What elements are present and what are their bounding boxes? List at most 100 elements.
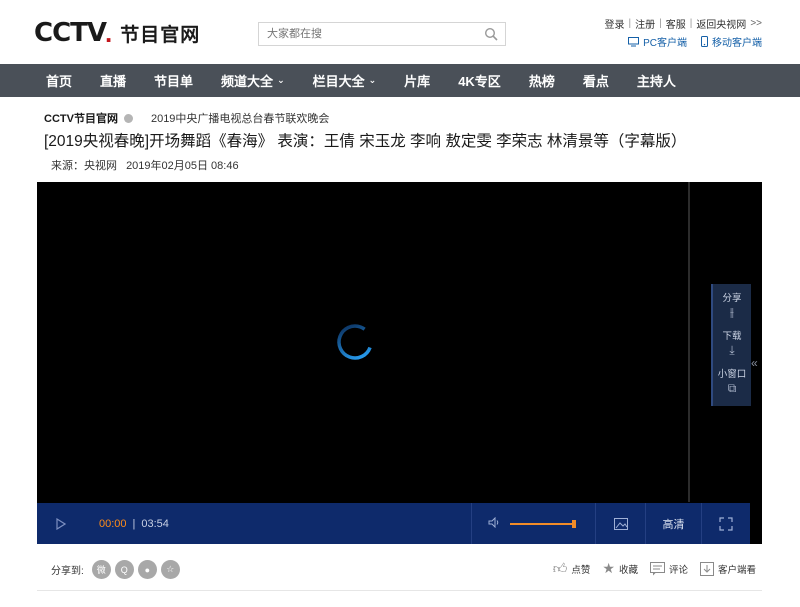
- logo-dot: .: [105, 17, 113, 48]
- nav-item-library[interactable]: 片库: [390, 64, 444, 97]
- nav-item-highlights[interactable]: 看点: [569, 64, 623, 97]
- comment-button[interactable]: 评论: [649, 561, 688, 576]
- collect-label: 收藏: [618, 564, 638, 576]
- nav-label: 频道大全: [221, 74, 274, 89]
- volume-slider[interactable]: [510, 519, 576, 528]
- client-links: PC客户端 移动客户端: [628, 34, 762, 49]
- nav-item-channels[interactable]: 频道大全 ⌄: [207, 64, 299, 97]
- client-download-icon: [699, 561, 714, 576]
- monitor-icon: [628, 36, 640, 46]
- player-controls: 00:00 | 03:54 高清: [37, 503, 750, 544]
- pc-client-link[interactable]: PC客户端: [628, 34, 687, 49]
- duration: 03:54: [141, 517, 169, 530]
- video-player[interactable]: 分享 ⫲ 下载 ⤓ 小窗口 ⧉ « 00:00 | 03:54 高清: [37, 182, 762, 544]
- phone-icon: [701, 36, 708, 47]
- nav-label: 栏目大全: [312, 74, 365, 89]
- nav-item-live[interactable]: 直播: [86, 64, 140, 97]
- register-link[interactable]: 注册: [635, 16, 655, 31]
- comment-label: 评论: [668, 564, 688, 576]
- thumbs-up-icon: 👍︎: [552, 560, 568, 576]
- nav-item-hot[interactable]: 热榜: [515, 64, 569, 97]
- screenshot-button[interactable]: [595, 503, 645, 544]
- nav-label: 节目单: [154, 74, 194, 89]
- current-time: 00:00: [99, 517, 127, 530]
- fullscreen-button[interactable]: [701, 503, 750, 544]
- breadcrumb: CCTV节目官网 2019中央广播电视总台春节联欢晚会: [44, 110, 329, 126]
- top-links: 登录 | 注册 | 客服 | 返回央视网 >>: [604, 16, 762, 31]
- client-label: 客户端看: [717, 564, 756, 576]
- volume-icon[interactable]: [488, 516, 500, 531]
- share-icon: ⫲: [730, 305, 734, 319]
- nav-item-hosts[interactable]: 主持人: [623, 64, 690, 97]
- quality-button[interactable]: 高清: [645, 503, 701, 544]
- breadcrumb-site[interactable]: CCTV节目官网: [44, 110, 118, 126]
- video-date: 2019年02月05日 08:46: [126, 160, 239, 172]
- star-icon: ★: [602, 560, 615, 576]
- login-link[interactable]: 登录: [604, 16, 624, 31]
- nav-item-home[interactable]: 首页: [32, 64, 86, 97]
- pc-client-label: PC客户端: [643, 38, 687, 49]
- share-targets: 微 Q ● ☆: [91, 560, 180, 579]
- mini-window-button[interactable]: 小窗口 ⧉: [718, 366, 747, 396]
- divider: [37, 590, 762, 591]
- weibo-icon[interactable]: 微: [91, 560, 111, 579]
- favorite-star-icon[interactable]: ☆: [160, 560, 180, 579]
- video-actions: 👍︎ 点赞 ★ 收藏 评论 客户端看: [553, 560, 756, 577]
- more-chevrons-icon: >>: [750, 18, 762, 29]
- player-divider: [688, 182, 690, 502]
- player-edge: [750, 503, 762, 544]
- like-button[interactable]: 👍︎ 点赞: [553, 560, 591, 577]
- nav-label: 首页: [46, 74, 73, 89]
- nav-label: 直播: [100, 74, 127, 89]
- video-meta: 来源：央视网 2019年02月05日 08:46: [51, 157, 245, 173]
- picture-icon: [613, 517, 628, 530]
- qq-icon[interactable]: Q: [114, 560, 134, 579]
- main-nav: 首页 直播 节目单 频道大全 ⌄ 栏目大全 ⌄ 片库 4K专区 热榜 看点 主持人: [0, 64, 800, 97]
- back-to-cctv-link[interactable]: 返回央视网: [696, 16, 746, 31]
- like-label: 点赞: [571, 564, 591, 576]
- service-link[interactable]: 客服: [666, 16, 686, 31]
- breadcrumb-separator-icon: [123, 113, 133, 123]
- search-box: [258, 22, 506, 46]
- nav-item-schedule[interactable]: 节目单: [140, 64, 207, 97]
- share-label: 分享: [722, 293, 742, 304]
- video-title: [2019央视春晚]开场舞蹈《春海》 表演：王倩 宋玉龙 李响 敖定雯 李荣志 …: [44, 133, 687, 150]
- breadcrumb-column[interactable]: 2019中央广播电视总台春节联欢晚会: [151, 110, 329, 126]
- volume-slider-handle[interactable]: [572, 519, 576, 528]
- volume-control: [471, 503, 595, 544]
- play-icon: [56, 517, 66, 530]
- cctv-logo[interactable]: CCTV . 节目官网: [34, 17, 200, 49]
- share-button[interactable]: 分享 ⫲: [722, 290, 741, 320]
- mini-window-icon: ⧉: [727, 381, 737, 395]
- wechat-icon[interactable]: ●: [137, 560, 157, 579]
- separator: |: [659, 18, 662, 29]
- chevron-down-icon: ⌄: [277, 75, 285, 85]
- loading-spinner-icon: [337, 324, 373, 360]
- player-side-panel: 分享 ⫲ 下载 ⤓ 小窗口 ⧉: [711, 284, 751, 406]
- time-separator: |: [132, 517, 136, 530]
- time-display: 00:00 | 03:54: [99, 518, 169, 530]
- mini-window-label: 小窗口: [717, 369, 747, 380]
- search-input[interactable]: [259, 23, 469, 45]
- share-bar: 分享到: 微 Q ● ☆: [51, 560, 180, 579]
- nav-item-4k[interactable]: 4K专区: [444, 64, 515, 97]
- download-label: 下载: [722, 331, 742, 342]
- mobile-client-label: 移动客户端: [712, 38, 762, 49]
- client-watch-button[interactable]: 客户端看: [699, 561, 756, 576]
- video-source: 来源：央视网: [51, 160, 117, 172]
- separator: |: [689, 18, 693, 29]
- site-header: CCTV . 节目官网 登录 | 注册 | 客服 | 返回央视网 >> PC客户…: [0, 0, 800, 64]
- nav-label: 4K专区: [458, 74, 501, 89]
- play-button[interactable]: [37, 503, 85, 544]
- nav-item-columns[interactable]: 栏目大全 ⌄: [299, 64, 391, 97]
- download-icon: ⤓: [729, 343, 735, 357]
- search-icon[interactable]: [484, 27, 498, 41]
- share-label: 分享到:: [51, 566, 84, 577]
- nav-label: 片库: [404, 74, 431, 89]
- mobile-client-link[interactable]: 移动客户端: [701, 34, 762, 49]
- nav-label: 看点: [582, 74, 609, 89]
- collect-button[interactable]: ★ 收藏: [602, 560, 638, 577]
- download-button[interactable]: 下载 ⤓: [722, 328, 741, 358]
- collapse-chevron-icon[interactable]: «: [751, 356, 758, 370]
- separator: |: [628, 18, 632, 29]
